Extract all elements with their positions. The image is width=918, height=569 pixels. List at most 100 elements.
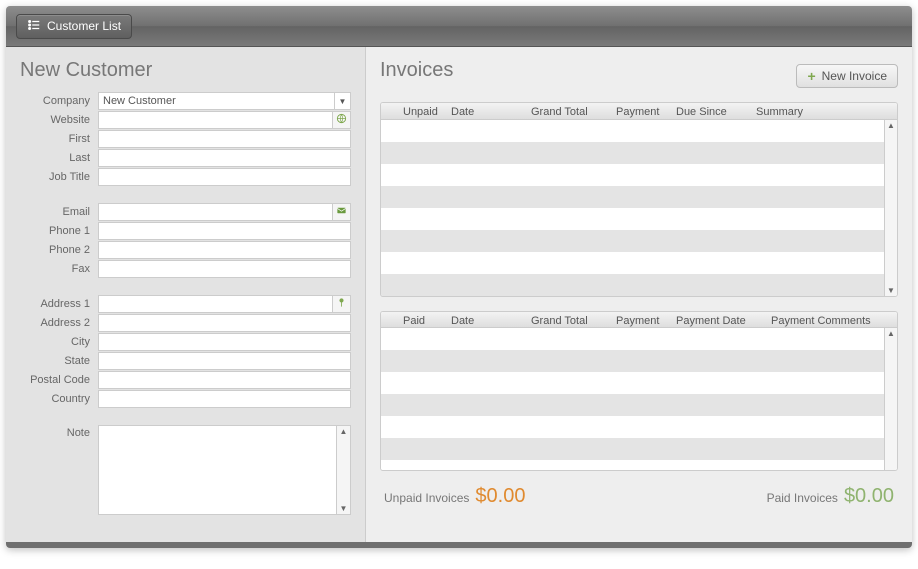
state-input[interactable] (98, 352, 351, 370)
top-toolbar: Customer List (6, 6, 912, 47)
page-title: New Customer (20, 59, 351, 82)
website-input[interactable] (98, 111, 333, 129)
totals-row: Unpaid Invoices $0.00 Paid Invoices $0.0… (380, 485, 898, 508)
first-input[interactable] (98, 130, 351, 148)
table-row[interactable] (381, 350, 884, 372)
plus-icon: + (807, 68, 815, 84)
table-row[interactable] (381, 416, 884, 438)
table-row[interactable] (381, 252, 884, 274)
website-open-button[interactable] (333, 111, 351, 129)
paid-col-date[interactable]: Date (451, 312, 531, 327)
phone1-label: Phone 1 (20, 225, 98, 237)
list-icon (27, 18, 41, 35)
email-label: Email (20, 206, 98, 218)
paid-col-grandtotal[interactable]: Grand Total (531, 312, 616, 327)
table-row[interactable] (381, 230, 884, 252)
paid-total-label: Paid Invoices (767, 491, 838, 505)
email-input[interactable] (98, 203, 333, 221)
fax-label: Fax (20, 263, 98, 275)
company-input[interactable] (98, 92, 335, 110)
unpaid-rows (381, 120, 884, 296)
scroll-down-icon[interactable]: ▼ (337, 503, 350, 514)
table-row[interactable] (381, 208, 884, 230)
address-group: Address 1 Address 2 City (20, 295, 351, 409)
address1-label: Address 1 (20, 298, 98, 310)
unpaid-total-amount: $0.00 (475, 485, 525, 508)
paid-col-paymentdate[interactable]: Payment Date (676, 312, 771, 327)
table-row[interactable] (381, 394, 884, 416)
jobtitle-label: Job Title (20, 171, 98, 183)
address2-label: Address 2 (20, 317, 98, 329)
city-input[interactable] (98, 333, 351, 351)
state-label: State (20, 355, 98, 367)
envelope-icon (336, 205, 347, 219)
paid-header-row: Paid Date Grand Total Payment Payment Da… (381, 312, 897, 328)
table-row[interactable] (381, 142, 884, 164)
unpaid-col-payment[interactable]: Payment (616, 103, 676, 119)
paid-rows (381, 328, 884, 471)
globe-icon (336, 113, 347, 127)
note-group: Note ▲ ▼ (20, 425, 351, 516)
table-row[interactable] (381, 460, 884, 471)
first-label: First (20, 133, 98, 145)
invoices-pane: Invoices + New Invoice Unpaid Date Grand… (366, 47, 912, 542)
email-send-button[interactable] (333, 203, 351, 221)
unpaid-col-duesince[interactable]: Due Since (676, 103, 756, 119)
unpaid-col-status[interactable]: Unpaid (381, 103, 451, 119)
new-invoice-label: New Invoice (822, 69, 887, 83)
address2-input[interactable] (98, 314, 351, 332)
table-row[interactable] (381, 328, 884, 350)
address1-input[interactable] (98, 295, 333, 313)
phone1-input[interactable] (98, 222, 351, 240)
last-input[interactable] (98, 149, 351, 167)
scroll-down-icon[interactable]: ▼ (885, 285, 897, 296)
table-row[interactable] (381, 164, 884, 186)
phone2-label: Phone 2 (20, 244, 98, 256)
scroll-up-icon[interactable]: ▲ (885, 328, 897, 339)
table-row[interactable] (381, 186, 884, 208)
jobtitle-input[interactable] (98, 168, 351, 186)
paid-col-status[interactable]: Paid (381, 312, 451, 327)
contact-group: Email Phone 1 Phone 2 (20, 203, 351, 279)
note-scrollbar[interactable]: ▲ ▼ (337, 425, 351, 515)
unpaid-col-date[interactable]: Date (451, 103, 531, 119)
new-invoice-button[interactable]: + New Invoice (796, 64, 898, 88)
map-pin-icon (336, 297, 347, 311)
note-textarea[interactable] (98, 425, 337, 515)
table-row[interactable] (381, 438, 884, 460)
paid-invoices-table: Paid Date Grand Total Payment Payment Da… (380, 311, 898, 471)
unpaid-invoices-table: Unpaid Date Grand Total Payment Due Sinc… (380, 102, 898, 297)
country-label: Country (20, 393, 98, 405)
paid-col-comments[interactable]: Payment Comments (771, 312, 897, 327)
postal-input[interactable] (98, 371, 351, 389)
customer-list-button[interactable]: Customer List (16, 14, 132, 39)
map-button[interactable] (333, 295, 351, 313)
city-label: City (20, 336, 98, 348)
customer-list-label: Customer List (47, 19, 121, 33)
table-row[interactable] (381, 120, 884, 142)
paid-total-amount: $0.00 (844, 485, 894, 508)
company-label: Company (20, 95, 98, 107)
note-label: Note (20, 425, 98, 439)
scroll-up-icon[interactable]: ▲ (885, 120, 897, 131)
paid-col-payment[interactable]: Payment (616, 312, 676, 327)
app-window: Customer List New Customer Company ▼ Web… (6, 6, 912, 548)
phone2-input[interactable] (98, 241, 351, 259)
unpaid-scrollbar[interactable]: ▲ ▼ (884, 120, 897, 296)
unpaid-col-summary[interactable]: Summary (756, 103, 897, 119)
customer-form-pane: New Customer Company ▼ Website (6, 47, 366, 542)
invoices-title: Invoices (380, 59, 453, 82)
unpaid-col-grandtotal[interactable]: Grand Total (531, 103, 616, 119)
unpaid-header-row: Unpaid Date Grand Total Payment Due Sinc… (381, 103, 897, 120)
company-dropdown-button[interactable]: ▼ (335, 92, 351, 110)
website-label: Website (20, 114, 98, 126)
table-row[interactable] (381, 274, 884, 296)
postal-label: Postal Code (20, 374, 98, 386)
fax-input[interactable] (98, 260, 351, 278)
last-label: Last (20, 152, 98, 164)
scroll-up-icon[interactable]: ▲ (337, 426, 350, 437)
identity-group: Company ▼ Website (20, 92, 351, 187)
country-input[interactable] (98, 390, 351, 408)
paid-scrollbar[interactable]: ▲ ▼ (884, 328, 897, 471)
table-row[interactable] (381, 372, 884, 394)
